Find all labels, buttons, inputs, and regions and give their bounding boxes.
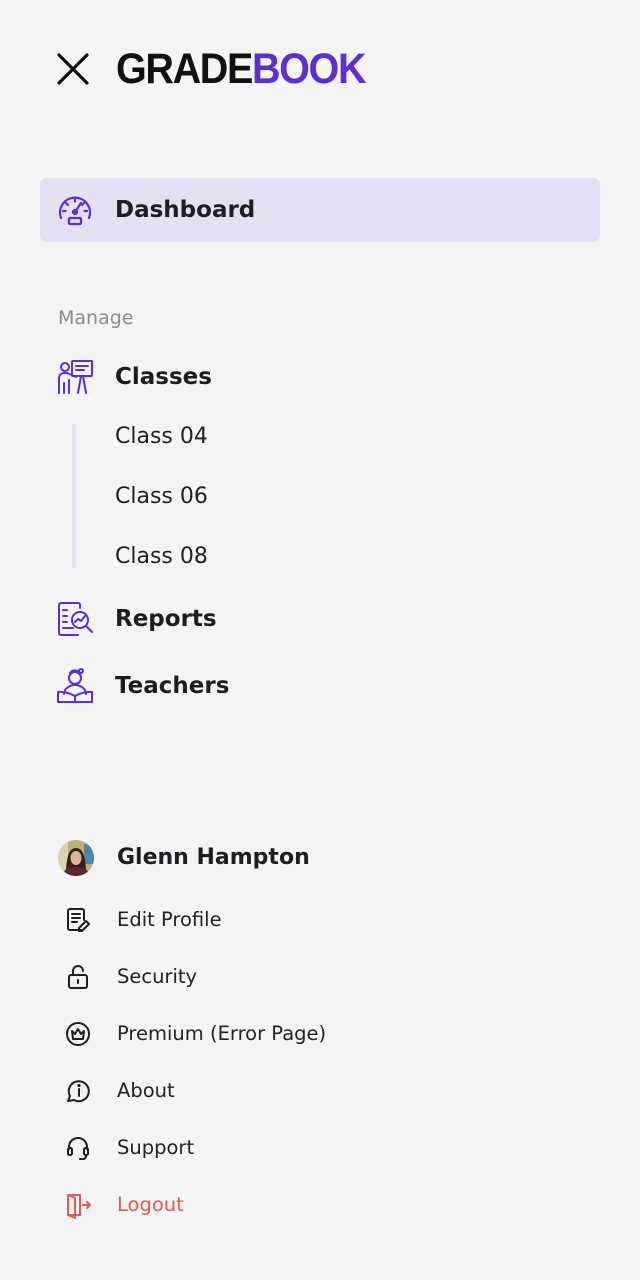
close-button[interactable] bbox=[54, 50, 92, 88]
classroom-teacher-icon bbox=[58, 360, 93, 394]
app-logo: GRADEBOOK bbox=[116, 44, 367, 94]
menu-item-edit-profile[interactable]: Edit Profile bbox=[117, 907, 222, 933]
menu-item-about[interactable]: About bbox=[117, 1078, 175, 1104]
menu-item-premium-icon-wrap bbox=[64, 1020, 92, 1052]
menu-item-edit-profile-icon-wrap bbox=[64, 906, 92, 938]
nav-item-teachers[interactable]: Teachers bbox=[40, 661, 600, 711]
logo-text-grade: GRADE bbox=[116, 45, 253, 93]
nav-item-reports[interactable]: Reports bbox=[40, 594, 600, 644]
submenu-rail bbox=[72, 424, 76, 568]
submenu-item-class-04[interactable]: Class 04 bbox=[115, 422, 208, 452]
submenu-item-class-06[interactable]: Class 06 bbox=[115, 482, 208, 512]
edit-profile-icon bbox=[67, 908, 90, 932]
submenu-item-class-08[interactable]: Class 08 bbox=[115, 542, 208, 572]
logo-text-book: BOOK bbox=[251, 45, 367, 93]
avatar[interactable] bbox=[58, 840, 94, 876]
headset-icon bbox=[67, 1137, 89, 1160]
section-label-manage: Manage bbox=[58, 307, 134, 329]
info-icon bbox=[67, 1080, 90, 1103]
menu-item-logout[interactable]: Logout bbox=[117, 1192, 184, 1218]
menu-item-support-icon-wrap bbox=[64, 1134, 92, 1166]
close-icon bbox=[57, 53, 89, 85]
teacher-book-icon bbox=[57, 668, 93, 703]
menu-item-premium[interactable]: Premium (Error Page) bbox=[117, 1021, 326, 1047]
menu-item-about-icon-wrap bbox=[64, 1077, 92, 1109]
nav-item-dashboard[interactable]: Dashboard bbox=[40, 178, 600, 242]
dashboard-gauge-icon bbox=[58, 196, 92, 226]
nav-label-classes: Classes bbox=[115, 364, 212, 390]
nav-item-classes[interactable]: Classes bbox=[40, 352, 600, 402]
nav-label-teachers: Teachers bbox=[115, 673, 230, 699]
lock-icon bbox=[68, 965, 88, 989]
user-name: Glenn Hampton bbox=[117, 845, 310, 870]
menu-item-security[interactable]: Security bbox=[117, 964, 197, 990]
menu-item-logout-icon-wrap bbox=[64, 1191, 92, 1223]
menu-item-support[interactable]: Support bbox=[117, 1135, 194, 1161]
crown-icon bbox=[66, 1022, 90, 1046]
nav-label-reports: Reports bbox=[115, 606, 217, 632]
nav-label-dashboard: Dashboard bbox=[115, 197, 256, 223]
menu-item-security-icon-wrap bbox=[64, 963, 92, 995]
avatar-image bbox=[58, 840, 94, 876]
report-analytics-icon bbox=[58, 602, 93, 636]
logout-icon bbox=[67, 1194, 91, 1219]
